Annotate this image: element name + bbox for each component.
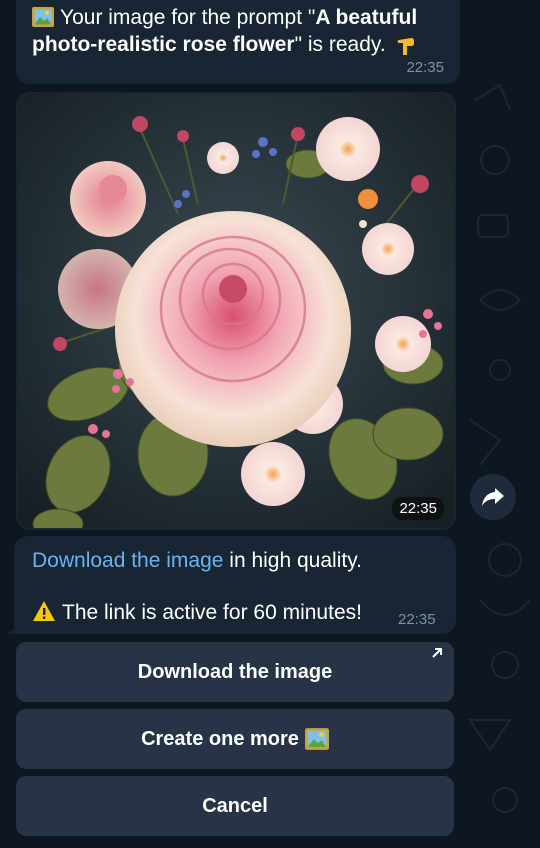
forward-arrow-icon — [482, 488, 504, 506]
warning-line: The link is active for 60 minutes! — [32, 600, 362, 626]
cancel-button[interactable]: Cancel — [16, 776, 454, 836]
prompt-prefix: Your image for the prompt " — [60, 6, 316, 29]
framed-picture-icon — [32, 7, 54, 27]
photo-time: 22:35 — [392, 497, 444, 520]
warning-icon — [33, 601, 55, 621]
download-message-time: 22:35 — [398, 611, 436, 628]
cancel-button-label: Cancel — [202, 794, 268, 817]
create-one-more-label: Create one more — [141, 727, 299, 750]
external-link-arrow-icon — [432, 648, 442, 658]
framed-picture-icon — [304, 728, 329, 750]
photo-message[interactable]: 22:35 — [16, 92, 456, 530]
prompt-message-text: Your image for the prompt "A beatuful ph… — [32, 4, 452, 58]
forward-button[interactable] — [470, 474, 516, 520]
pointing-down-hand-icon — [397, 38, 414, 55]
prompt-message-time: 22:35 — [406, 59, 444, 76]
create-one-more-button[interactable]: Create one more — [16, 709, 454, 769]
download-image-button-label: Download the image — [137, 660, 333, 683]
download-image-button[interactable]: Download the image — [16, 642, 454, 702]
rose-bouquet-image[interactable] — [18, 94, 454, 528]
download-message-bubble: Download the image in high quality. The … — [14, 536, 456, 634]
prompt-suffix: " is ready. — [294, 33, 386, 56]
download-link[interactable]: Download the image — [32, 549, 223, 572]
download-message-line: Download the image in high quality. — [32, 548, 362, 574]
prompt-message-bubble: Your image for the prompt "A beatuful ph… — [16, 0, 460, 84]
bubble-tail — [6, 620, 20, 634]
warning-text: The link is active for 60 minutes! — [62, 601, 362, 624]
download-message-after-link: in high quality. — [223, 549, 362, 572]
